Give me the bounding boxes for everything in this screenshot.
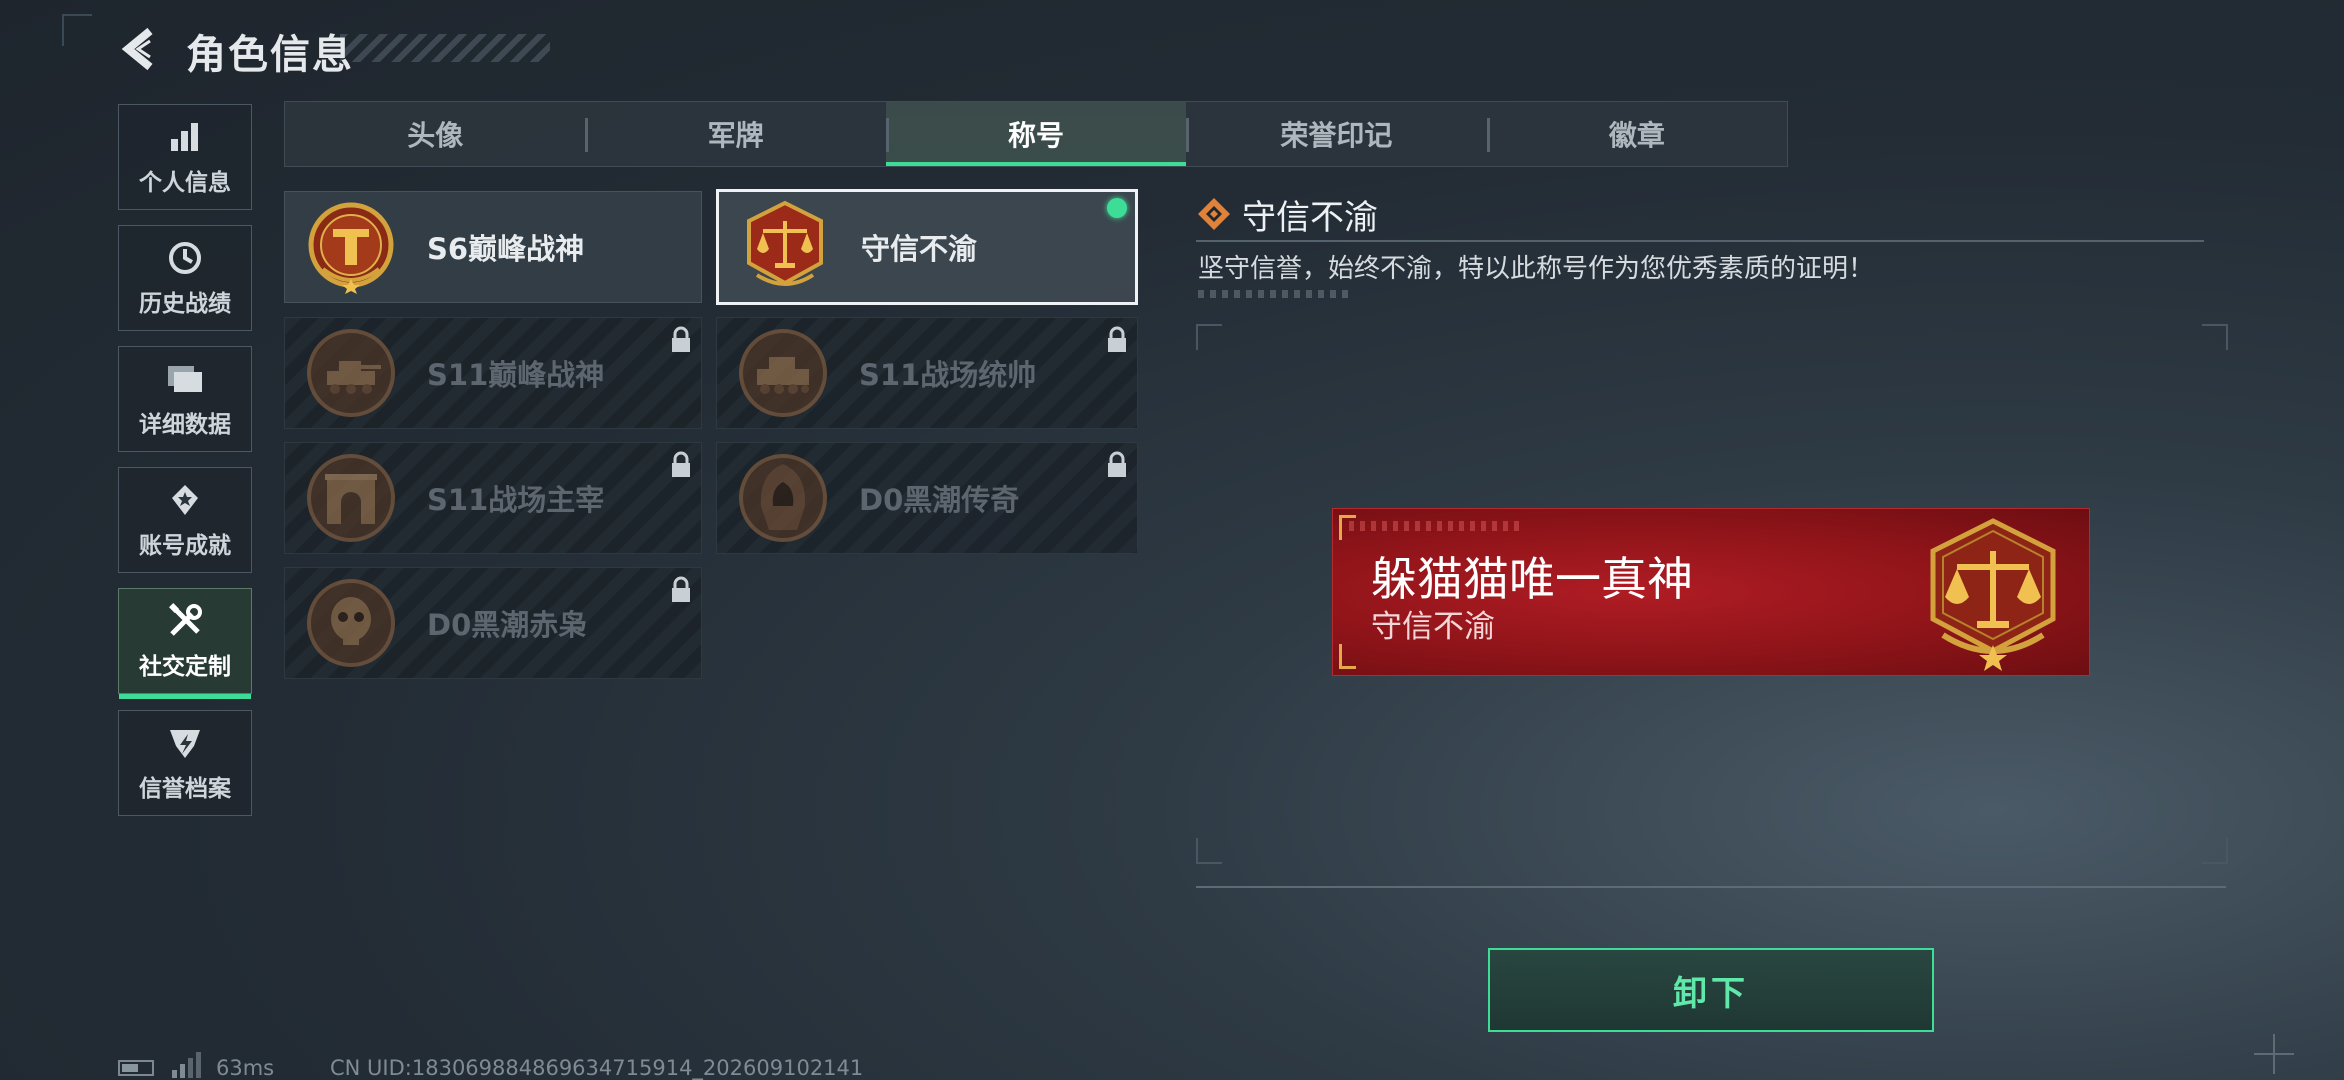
nav-label: 历史战绩: [139, 291, 231, 317]
skull-medal-icon: [307, 579, 395, 667]
nameplate-decoration: [1349, 521, 1519, 531]
detail-description: 坚守信誉，始终不渝，特以此称号作为您优秀素质的证明！: [1198, 254, 1875, 284]
category-tabs: 头像 军牌 称号 荣誉印记 徽章: [284, 101, 1788, 167]
tab-avatar[interactable]: 头像: [285, 102, 585, 166]
title-name: 守信不渝: [861, 232, 978, 266]
nameplate-bracket: [1339, 515, 1356, 540]
lock-icon: [672, 451, 690, 477]
tools-icon: [165, 601, 205, 641]
nav-item-social-custom[interactable]: 社交定制: [118, 588, 252, 699]
user-uid: CN UID:183069884869634715914_20260910214…: [330, 1056, 864, 1080]
justice-scale-medal-icon: [1930, 518, 2056, 671]
nav-item-personal-info[interactable]: 个人信息: [118, 104, 252, 210]
nav-label: 详细数据: [139, 412, 231, 438]
nameplate-bracket: [1339, 644, 1356, 669]
tab-dog-tag[interactable]: 军牌: [585, 102, 885, 166]
medal-icon: [308, 202, 394, 294]
nameplate-title: 守信不渝: [1371, 609, 1495, 645]
title-card-keep-faith[interactable]: 守信不渝: [716, 189, 1138, 305]
nav-label: 社交定制: [139, 654, 231, 680]
ping-value: 63ms: [216, 1056, 275, 1080]
nav-label: 信誉档案: [139, 776, 231, 802]
lock-icon: [1108, 451, 1126, 477]
nameplate-preview: 躲猫猫唯一真神 守信不渝: [1332, 508, 2090, 676]
title-name: S11战场统帅: [859, 358, 1037, 392]
title-decoration: [340, 34, 550, 62]
crosshair-icon: [2254, 1034, 2294, 1074]
title-name: S11战场主宰: [427, 483, 605, 517]
tab-badge[interactable]: 徽章: [1486, 102, 1787, 166]
title-name: S6巅峰战神: [427, 232, 585, 266]
nav-item-achievements[interactable]: 账号成就: [118, 467, 252, 573]
title-card-s11-peak-god[interactable]: S11巅峰战神: [284, 317, 702, 429]
nav-item-detailed-data[interactable]: 详细数据: [118, 346, 252, 452]
frame-corner: [2202, 324, 2228, 350]
corner-decoration: [62, 14, 92, 46]
diamond-icon: [1198, 198, 1230, 230]
divider: [1196, 240, 2204, 242]
unequip-button[interactable]: 卸下: [1488, 948, 1934, 1032]
frame-corner: [1196, 324, 1222, 350]
signal-icon: [172, 1052, 201, 1078]
tab-title[interactable]: 称号: [885, 102, 1187, 166]
title-card-s11-commander[interactable]: S11战场统帅: [716, 317, 1138, 429]
nameplate-player-name: 躲猫猫唯一真神: [1371, 552, 1693, 606]
achievement-icon: [165, 480, 205, 520]
title-card-s11-ruler[interactable]: S11战场主宰: [284, 442, 702, 554]
lock-icon: [672, 576, 690, 602]
detail-title: 守信不渝: [1242, 198, 1378, 238]
nav-label: 账号成就: [139, 533, 231, 559]
back-arrow-icon: [121, 27, 153, 71]
equipped-indicator: [1107, 198, 1127, 218]
title-name: D0黑潮传奇: [859, 483, 1020, 517]
tank-medal-icon: [739, 329, 827, 417]
frame-corner: [2202, 838, 2228, 864]
folder-icon: [165, 359, 205, 399]
page-title: 角色信息: [186, 32, 354, 78]
history-clock-icon: [165, 238, 205, 278]
nav-label: 个人信息: [139, 170, 231, 196]
lock-icon: [1108, 326, 1126, 352]
title-name: D0黑潮赤枭: [427, 608, 588, 642]
nav-active-indicator: [119, 694, 251, 699]
lock-icon: [672, 326, 690, 352]
back-button[interactable]: [116, 26, 166, 72]
shield-icon: [165, 723, 205, 763]
title-card-s6-peak-god[interactable]: S6巅峰战神: [284, 191, 702, 303]
title-card-d0-legend[interactable]: D0黑潮传奇: [716, 442, 1138, 554]
tank-medal-icon: [307, 329, 395, 417]
nav-item-match-history[interactable]: 历史战绩: [118, 225, 252, 331]
preview-divider: [1196, 886, 2226, 888]
justice-scale-medal-icon: [747, 200, 823, 286]
frame-corner: [1196, 838, 1222, 864]
title-name: S11巅峰战神: [427, 358, 605, 392]
nav-item-credit-record[interactable]: 信誉档案: [118, 710, 252, 816]
hooded-figure-medal-icon: [739, 454, 827, 542]
arch-medal-icon: [307, 454, 395, 542]
battery-icon: [118, 1060, 154, 1076]
bar-chart-icon: [165, 117, 205, 157]
title-card-d0-red-owl[interactable]: D0黑潮赤枭: [284, 567, 702, 679]
tab-honor-mark[interactable]: 荣誉印记: [1186, 102, 1486, 166]
description-decoration: [1198, 290, 1348, 298]
